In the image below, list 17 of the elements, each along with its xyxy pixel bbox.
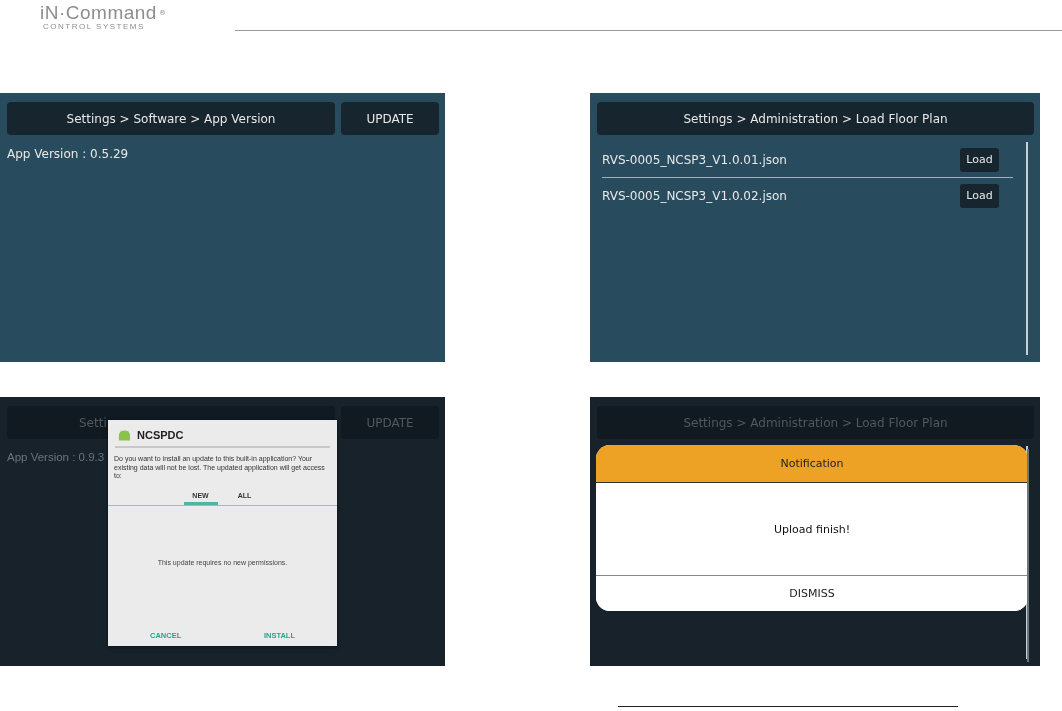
load-button[interactable]: Load: [960, 183, 999, 208]
breadcrumb-bar: Settings > Software > App Version: [7, 102, 335, 135]
logo-tagline: CONTROL SYSTEMS: [43, 22, 146, 32]
dialog-title: NCSPDC: [137, 429, 184, 441]
app-version-text: App Version : 0.5.29: [7, 147, 129, 161]
scrollbar[interactable]: [1026, 142, 1028, 355]
scrollbar[interactable]: [1027, 449, 1029, 662]
update-button[interactable]: UPDATE: [341, 102, 439, 135]
notification-header: Notification: [596, 445, 1028, 483]
app-version-text: App Version : 0.9.3: [7, 451, 105, 463]
logo-wordmark: iN·Command: [40, 4, 157, 22]
file-name: RVS-0005_NCSP3_V1.0.02.json: [602, 188, 787, 203]
load-button[interactable]: Load: [960, 147, 999, 172]
breadcrumb-bar: Settings > Administration > Load Floor Plan: [597, 406, 1034, 439]
file-name: RVS-0005_NCSP3_V1.0.01.json: [602, 152, 787, 167]
robot-icon: [118, 429, 131, 441]
breadcrumb-bar: Settings > Administration > Load Floor Plan: [597, 102, 1034, 135]
